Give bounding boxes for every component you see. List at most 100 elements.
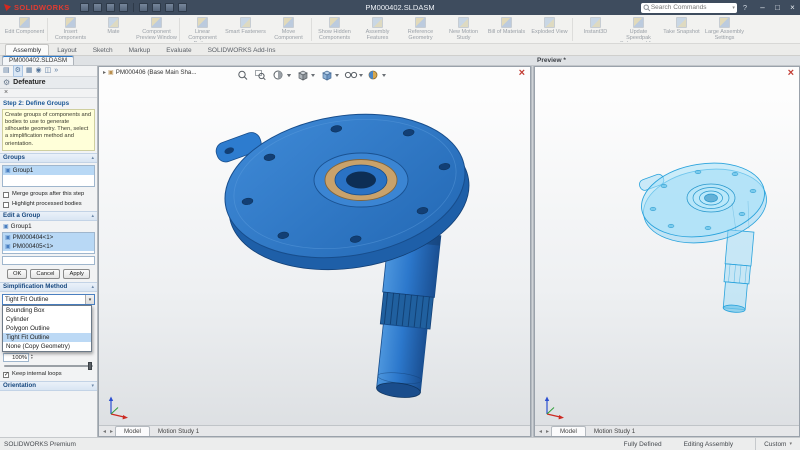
dimxpert-tab-icon[interactable]: ◉ [36, 66, 42, 76]
list-item-group1[interactable]: ▣ Group1 [3, 166, 94, 175]
zoom-area-icon[interactable] [255, 71, 265, 80]
section-view-dropdown-icon[interactable] [287, 74, 291, 77]
merge-groups-checkbox[interactable] [3, 192, 9, 198]
hide-show-items-icon[interactable] [345, 72, 356, 77]
list-item-component[interactable]: ▣ PM000405<1> [3, 242, 94, 251]
rebuild-icon[interactable] [165, 3, 174, 12]
ribbon-tool-show-hidden-components[interactable]: Show Hidden Components [313, 17, 356, 42]
status-custom-dropdown[interactable]: Custom ▾ [755, 438, 800, 450]
search-commands-box[interactable]: ▾ [641, 3, 737, 13]
group-members-list[interactable]: ▣ PM000404<1> ▣ PM000405<1> [2, 232, 95, 254]
propertymanager-tab-icon[interactable]: ⚙ [13, 65, 23, 77]
document-tab[interactable]: PM000402.SLDASM [2, 55, 74, 65]
stepper-icons[interactable]: ▴▾ [31, 354, 33, 361]
simplification-method-combobox[interactable]: Tight Fit Outline ▾ [2, 294, 95, 305]
ribbon-tool-mate[interactable]: Mate [92, 17, 135, 42]
featuremanager-tab-icon[interactable]: ▤ [3, 66, 10, 76]
search-input[interactable] [651, 4, 732, 11]
open-document-icon[interactable] [93, 3, 102, 12]
tab-scroll-left-icon[interactable]: ◂ [101, 428, 108, 436]
tab-motion-study-1[interactable]: Motion Study 1 [586, 427, 643, 436]
configurationmanager-tab-icon[interactable]: ▦ [26, 66, 33, 76]
groups-section-header[interactable]: Groups ▴ [0, 153, 97, 163]
close-preview-window-icon[interactable]: × [519, 68, 525, 79]
tab-solidworks-addins[interactable]: SOLIDWORKS Add-Ins [200, 44, 284, 55]
group-name-field[interactable] [2, 256, 95, 265]
new-document-icon[interactable] [80, 3, 89, 12]
cancel-button[interactable]: Cancel [30, 269, 60, 279]
ribbon-tool-bill-of-materials[interactable]: Bill of Materials [485, 17, 528, 42]
save-icon[interactable] [106, 3, 115, 12]
slider-thumb[interactable] [88, 362, 92, 370]
list-item-component[interactable]: ▣ PM000404<1> [3, 233, 94, 242]
preview-viewport[interactable]: × [534, 66, 800, 437]
ribbon-tool-assembly-features[interactable]: Assembly Features [356, 17, 399, 42]
dropdown-option-bounding-box[interactable]: Bounding Box [3, 306, 91, 315]
dropdown-option-none-copy-geometry[interactable]: None (Copy Geometry) [3, 342, 91, 351]
ribbon-tool-edit-component[interactable]: Edit Component [3, 17, 46, 42]
print-icon[interactable] [119, 3, 128, 12]
simplification-method-section-header[interactable]: Simplification Method ▴ [0, 282, 97, 292]
close-button[interactable]: × [785, 0, 800, 15]
ribbon-tool-smart-fasteners[interactable]: Smart Fasteners [224, 17, 267, 42]
more-tabs-icon[interactable]: » [54, 66, 58, 76]
ok-button[interactable]: OK [7, 269, 27, 279]
ribbon-tool-take-snapshot[interactable]: Take Snapshot [660, 17, 703, 42]
slider-track[interactable] [4, 365, 93, 367]
collapse-icon[interactable]: ▴ [91, 213, 94, 219]
zoom-fit-icon[interactable] [238, 71, 246, 79]
scene-dropdown-icon[interactable] [382, 74, 386, 77]
center-hub[interactable] [314, 153, 408, 207]
view-orientation-icon[interactable] [299, 71, 307, 80]
options-icon[interactable] [178, 3, 187, 12]
ribbon-tool-linear-component-pattern[interactable]: Linear Component Pattern [181, 17, 224, 42]
orientation-section-header[interactable]: Orientation ▾ [0, 381, 97, 391]
ribbon-tool-exploded-view[interactable]: Exploded View [528, 17, 571, 42]
main-viewport[interactable]: ▸ ▣ PM000406 (Base Main Sha... [98, 66, 531, 437]
tab-layout[interactable]: Layout [49, 44, 85, 55]
tab-evaluate[interactable]: Evaluate [158, 44, 199, 55]
combobox-dropdown-icon[interactable]: ▾ [85, 295, 94, 304]
apply-button[interactable]: Apply [63, 269, 90, 279]
dropdown-option-cylinder[interactable]: Cylinder [3, 315, 91, 324]
groups-list[interactable]: ▣ Group1 [2, 165, 95, 187]
maximize-button[interactable]: □ [770, 0, 785, 15]
tab-model[interactable]: Model [551, 426, 586, 436]
ribbon-tool-new-motion-study[interactable]: New Motion Study [442, 17, 485, 42]
assembly-model[interactable] [99, 67, 530, 425]
ribbon-tool-instant3d[interactable]: Instant3D [574, 17, 617, 42]
dropdown-option-tight-fit-outline[interactable]: Tight Fit Outline [3, 333, 91, 342]
edit-appearance-icon[interactable] [369, 71, 377, 79]
minimize-button[interactable]: – [755, 0, 770, 15]
simplification-factor-value[interactable]: 100% [3, 353, 29, 362]
section-view-icon[interactable] [274, 71, 282, 79]
breadcrumb[interactable]: ▸ ▣ PM000406 (Base Main Sha... [103, 69, 197, 76]
chevron-down-icon[interactable]: ▾ [732, 5, 735, 11]
collapse-icon[interactable]: ▴ [91, 155, 94, 161]
tab-assembly[interactable]: Assembly [5, 44, 49, 55]
help-icon[interactable]: ? [743, 3, 747, 12]
merge-groups-checkbox-row[interactable]: Merge groups after this step [0, 189, 97, 199]
cancel-x-icon[interactable]: × [4, 89, 8, 96]
display-style-icon[interactable] [323, 71, 331, 80]
dropdown-option-polygon-outline[interactable]: Polygon Outline [3, 324, 91, 333]
ribbon-tool-large-assembly-settings[interactable]: Large Assembly Settings [703, 17, 746, 42]
close-preview-window-icon[interactable]: × [788, 68, 794, 79]
highlight-bodies-checkbox[interactable] [3, 202, 9, 208]
keep-internal-loops-checkbox[interactable] [3, 372, 9, 378]
collapse-icon[interactable]: ▴ [91, 284, 94, 290]
tab-sketch[interactable]: Sketch [85, 44, 121, 55]
ribbon-tool-update-speedpak[interactable]: Update Speedpak Subassemblies [617, 17, 660, 42]
keep-internal-loops-row[interactable]: Keep internal loops [0, 369, 97, 379]
tab-scroll-left-icon[interactable]: ◂ [537, 428, 544, 436]
ribbon-tool-component-preview-window[interactable]: Component Preview Window [135, 17, 178, 42]
ribbon-tool-reference-geometry[interactable]: Reference Geometry [399, 17, 442, 42]
ribbon-tool-insert-components[interactable]: Insert Components [49, 17, 92, 42]
tab-model[interactable]: Model [115, 426, 150, 436]
preview-model[interactable] [535, 67, 799, 425]
redo-icon[interactable] [152, 3, 161, 12]
hide-show-dropdown-icon[interactable] [359, 74, 363, 77]
tab-motion-study-1[interactable]: Motion Study 1 [150, 427, 207, 436]
tab-scroll-right-icon[interactable]: ▸ [544, 428, 551, 436]
view-orientation-dropdown-icon[interactable] [311, 74, 315, 77]
